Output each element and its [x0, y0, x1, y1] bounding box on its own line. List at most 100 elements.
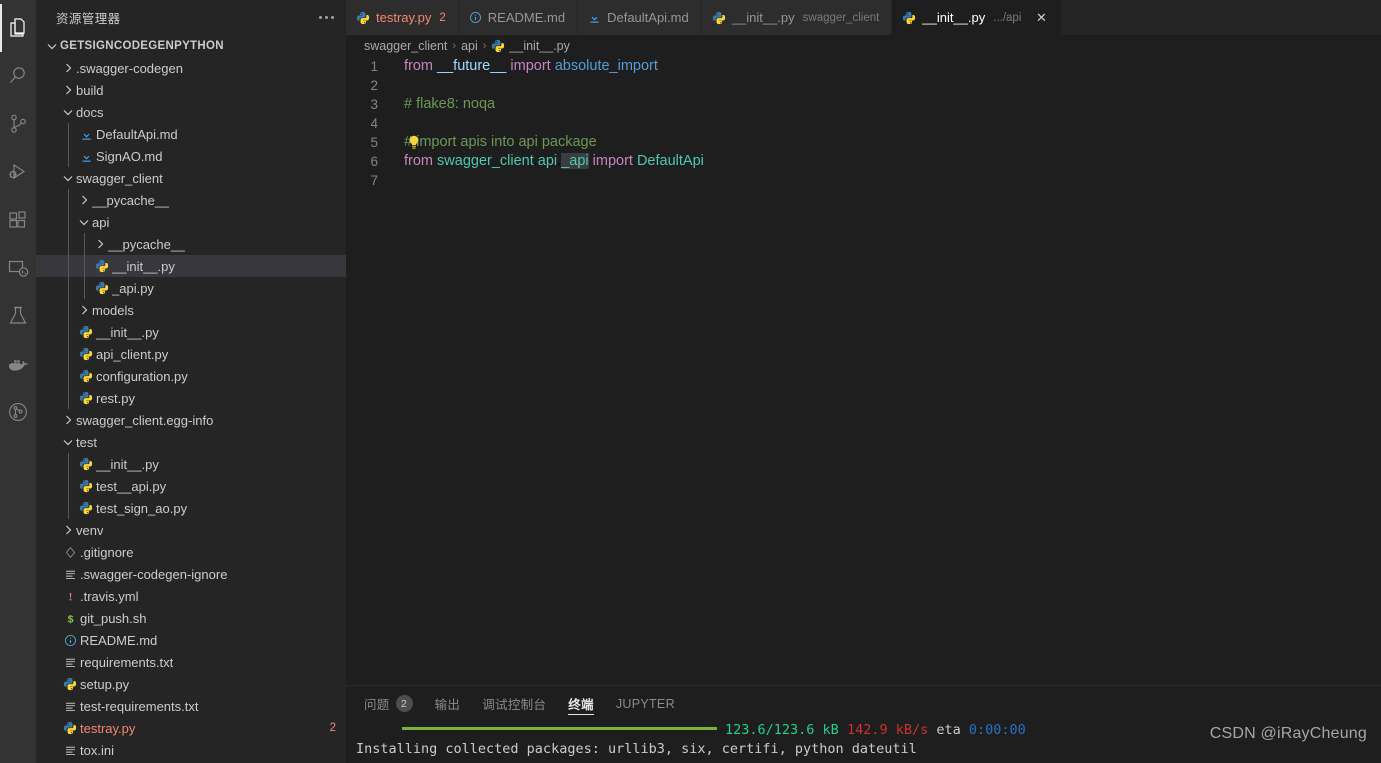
editor-tab[interactable]: README.md	[458, 0, 579, 35]
tree-folder-row[interactable]: build	[36, 79, 346, 101]
vscode-window: 资源管理器 GETSIGNCODEGENPYTHON .swagger-codeg…	[0, 0, 1381, 763]
chevron-right-icon[interactable]	[60, 409, 76, 431]
tree-folder-row[interactable]: swagger_client	[36, 167, 346, 189]
tree-file-row[interactable]: configuration.py	[36, 365, 346, 387]
line-number: 1	[370, 59, 378, 74]
activity-docker-icon[interactable]	[0, 340, 36, 388]
activity-run-debug-icon[interactable]	[0, 148, 36, 196]
tree-file-row[interactable]: test-requirements.txt	[36, 695, 346, 717]
activity-source-control-icon[interactable]	[0, 100, 36, 148]
panel-tab[interactable]: 问题 2	[364, 686, 413, 721]
tree-file-row[interactable]: requirements.txt	[36, 651, 346, 673]
tree-file-row[interactable]: DefaultApi.md	[36, 123, 346, 145]
close-icon[interactable]: ✕	[1033, 10, 1049, 26]
breadcrumb-separator: ›	[482, 40, 487, 52]
chevron-down-icon[interactable]	[44, 35, 60, 57]
tree-file-row[interactable]: __init__.py	[36, 453, 346, 475]
tree-folder-row[interactable]: .swagger-codegen	[36, 57, 346, 79]
breadcrumb-label: __init__.py	[509, 39, 570, 53]
activity-extensions-icon[interactable]	[0, 196, 36, 244]
tree-item-label: venv	[76, 522, 104, 538]
tree-file-row[interactable]: test_sign_ao.py	[36, 497, 346, 519]
tree-file-row[interactable]: setup.py	[36, 673, 346, 695]
file-tree[interactable]: GETSIGNCODEGENPYTHON .swagger-codegen buil…	[36, 35, 346, 763]
panel-tab-bar[interactable]: 问题 2 输出 调试控制台 终端 JUPYTER	[346, 686, 1381, 721]
terminal-output[interactable]: 123.6/123.6 kB 142.9 kB/s eta 0:00:00 In…	[346, 721, 1381, 763]
tree-file-row[interactable]: api_client.py	[36, 343, 346, 365]
tree-folder-row[interactable]: venv	[36, 519, 346, 541]
editor-tab[interactable]: DefaultApi.md	[578, 0, 702, 35]
code-line[interactable]: 1 from __future__ import absolute_import	[346, 57, 1381, 76]
tree-folder-row[interactable]: models	[36, 299, 346, 321]
panel-tab-label: 调试控制台	[482, 698, 547, 712]
code-line[interactable]: 6 from swagger_client.api._api import Def…	[346, 152, 1381, 171]
chevron-right-icon[interactable]	[60, 79, 76, 101]
code-token: swagger_client	[437, 153, 534, 169]
activity-graph-icon[interactable]	[0, 388, 36, 436]
chevron-down-icon[interactable]	[60, 431, 76, 453]
eta-value: 0:00:00	[968, 722, 1026, 738]
tree-file-row[interactable]: _api.py	[36, 277, 346, 299]
markdown-icon	[76, 145, 96, 167]
tree-folder-row[interactable]: swagger_client.egg-info	[36, 409, 346, 431]
breadcrumb-item[interactable]: swagger_client	[364, 39, 447, 53]
sidebar-more-actions-button[interactable]	[315, 12, 338, 23]
activity-remote-explorer-icon[interactable]	[0, 244, 36, 292]
tree-file-row[interactable]: $ git_push.sh	[36, 607, 346, 629]
editor-tab-description: .../api	[993, 11, 1022, 24]
editor-tab[interactable]: __init__.py swagger_client	[701, 0, 893, 35]
indent-guide	[68, 387, 69, 409]
tree-file-row[interactable]: .gitignore	[36, 541, 346, 563]
chevron-right-icon[interactable]	[60, 57, 76, 79]
editor-tab-label: README.md	[487, 10, 566, 25]
tree-file-row[interactable]: __init__.py	[36, 321, 346, 343]
breadcrumb-item[interactable]: __init__.py	[491, 39, 570, 53]
tree-folder-row[interactable]: test	[36, 431, 346, 453]
chevron-right-icon[interactable]	[76, 189, 92, 211]
chevron-down-icon[interactable]	[60, 101, 76, 123]
activity-explorer-icon[interactable]	[0, 4, 36, 52]
code-line[interactable]: 5 # import apis into api package	[346, 133, 1381, 152]
tree-file-row[interactable]: test__api.py	[36, 475, 346, 497]
chevron-down-icon[interactable]	[76, 211, 92, 233]
editor-tab-bar[interactable]: testray.py 2 README.md DefaultApi.md __init_…	[346, 0, 1381, 35]
python-icon	[76, 321, 96, 343]
tree-file-row[interactable]: testray.py 2	[36, 717, 346, 739]
panel-tab[interactable]: 输出	[435, 686, 461, 721]
code-editor[interactable]: 1 from __future__ import absolute_import 2…	[346, 57, 1381, 685]
lightbulb-quickfix-icon[interactable]	[407, 135, 421, 150]
code-line[interactable]: 3 # flake8: noqa	[346, 95, 1381, 114]
activity-search-icon[interactable]	[0, 52, 36, 100]
tree-folder-row[interactable]: docs	[36, 101, 346, 123]
activity-testing-flask-icon[interactable]	[0, 292, 36, 340]
tree-file-row[interactable]: README.md	[36, 629, 346, 651]
tree-file-row[interactable]: tox.ini	[36, 739, 346, 761]
chevron-right-icon[interactable]	[92, 233, 108, 255]
tree-item-label: .swagger-codegen	[76, 60, 183, 76]
panel-tab[interactable]: 调试控制台	[482, 686, 546, 721]
chevron-right-icon[interactable]	[60, 519, 76, 541]
panel-tab[interactable]: JUPYTER	[616, 686, 675, 721]
tree-file-row[interactable]: SignAO.md	[36, 145, 346, 167]
breadcrumb[interactable]: swagger_client › api › __init__.py	[346, 35, 1381, 57]
tree-folder-row[interactable]: __pycache__	[36, 189, 346, 211]
tree-file-row[interactable]: .swagger-codegen-ignore	[36, 563, 346, 585]
code-line[interactable]: 2	[346, 76, 1381, 95]
editor-tab[interactable]: __init__.py .../api ✕	[892, 0, 1063, 35]
tree-file-row[interactable]: rest.py	[36, 387, 346, 409]
python-icon	[76, 475, 96, 497]
breadcrumb-item[interactable]: api	[461, 39, 478, 53]
code-line[interactable]: 7	[346, 171, 1381, 190]
tree-folder-row[interactable]: api	[36, 211, 346, 233]
tree-folder-row[interactable]: __pycache__	[36, 233, 346, 255]
python-icon	[902, 11, 916, 25]
code-line[interactable]: 4	[346, 114, 1381, 133]
chevron-right-icon[interactable]	[76, 299, 92, 321]
panel-tab[interactable]: 终端	[568, 686, 594, 721]
chevron-down-icon[interactable]	[60, 167, 76, 189]
python-icon	[491, 39, 505, 53]
tree-file-row[interactable]: __init__.py	[36, 255, 346, 277]
editor-tab[interactable]: testray.py 2	[346, 0, 459, 35]
tree-file-row[interactable]: ! .travis.yml	[36, 585, 346, 607]
tree-root-row[interactable]: GETSIGNCODEGENPYTHON	[36, 35, 346, 57]
